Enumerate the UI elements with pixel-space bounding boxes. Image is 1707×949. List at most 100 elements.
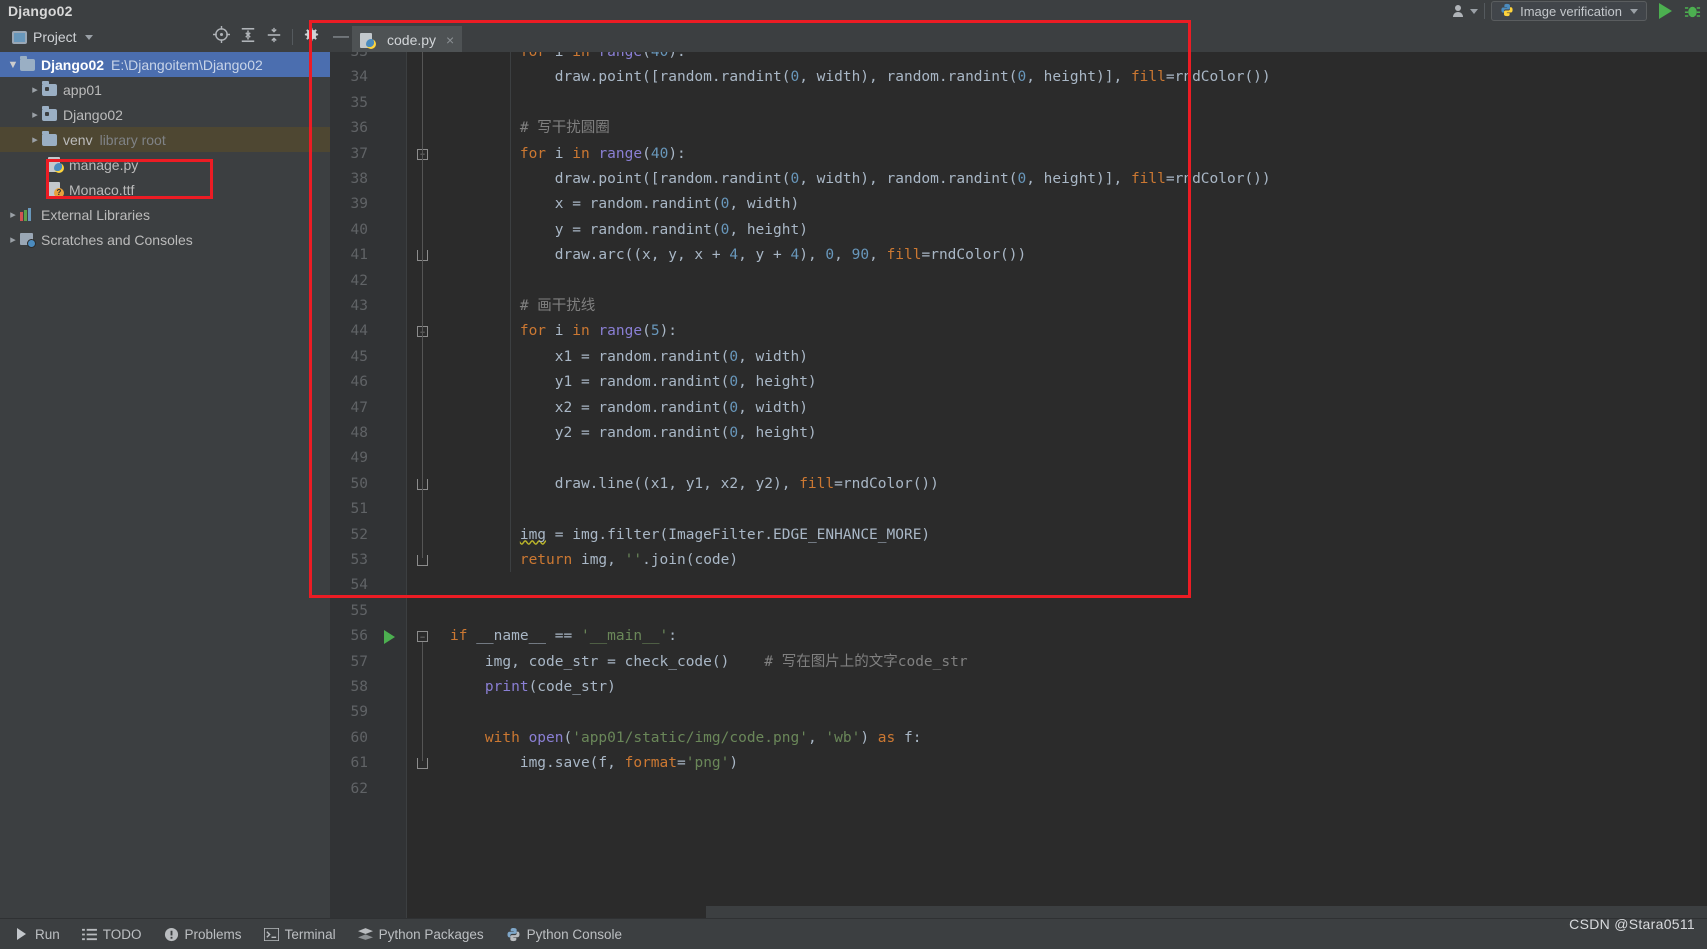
code-line[interactable] bbox=[440, 573, 450, 598]
bottom-bar-python-packages[interactable]: Python Packages bbox=[357, 927, 484, 942]
code-line[interactable]: y = random.randint(0, height) bbox=[440, 218, 808, 243]
project-panel-title-group[interactable]: Project bbox=[0, 29, 93, 45]
code-text[interactable]: for i in range(40): draw.point([random.r… bbox=[440, 52, 1707, 918]
code-line[interactable]: img, code_str = check_code() # 写在图片上的文字c… bbox=[440, 650, 968, 675]
packages-icon bbox=[357, 927, 373, 942]
tree-item-venv[interactable]: ▸ venv library root bbox=[0, 127, 330, 152]
code-line[interactable]: if __name__ == '__main__': bbox=[440, 624, 677, 649]
code-line[interactable]: y1 = random.randint(0, height) bbox=[440, 370, 817, 395]
chevron-down-icon[interactable]: ▼ bbox=[6, 59, 20, 71]
code-token: img bbox=[519, 526, 547, 543]
code-line[interactable] bbox=[440, 269, 450, 294]
code-token: , bbox=[869, 247, 887, 264]
code-line[interactable]: x = random.randint(0, width) bbox=[440, 192, 799, 217]
code-token: 4 bbox=[729, 247, 739, 264]
tree-item-django02-module[interactable]: ▸ Django02 bbox=[0, 102, 330, 127]
bottom-bar-terminal[interactable]: Terminal bbox=[263, 927, 336, 942]
hide-panel-button[interactable]: — bbox=[330, 22, 352, 52]
code-line[interactable]: draw.arc((x, y, x + 4, y + 4), 0, 90, fi… bbox=[440, 243, 1027, 268]
code-token: ) bbox=[860, 729, 878, 746]
run-configuration-selector[interactable]: Image verification bbox=[1491, 1, 1647, 21]
folder-icon bbox=[20, 55, 35, 71]
code-line[interactable] bbox=[440, 91, 450, 116]
chevron-right-icon[interactable]: ▸ bbox=[6, 208, 20, 221]
code-line[interactable] bbox=[440, 446, 450, 471]
code-line[interactable] bbox=[440, 700, 450, 725]
bottom-bar-label: Run bbox=[35, 926, 60, 942]
chevron-down-icon[interactable] bbox=[84, 34, 93, 40]
code-line[interactable]: img.save(f, format='png') bbox=[440, 751, 738, 776]
run-button[interactable] bbox=[1653, 0, 1678, 22]
code-token: with bbox=[484, 729, 520, 746]
code-line[interactable]: # 写干扰圆圈 bbox=[440, 116, 610, 141]
code-token: in bbox=[572, 52, 590, 60]
project-window-icon bbox=[12, 30, 27, 44]
code-line[interactable]: for i in range(5): bbox=[440, 319, 677, 344]
project-panel-header: Project bbox=[0, 22, 330, 52]
code-token: print bbox=[484, 679, 529, 695]
code-token: x = random.randint( bbox=[450, 196, 721, 213]
chevron-right-icon[interactable]: ▸ bbox=[28, 108, 42, 121]
bottom-bar-todo[interactable]: TODO bbox=[81, 927, 142, 942]
code-line[interactable]: for i in range(40): bbox=[440, 52, 686, 65]
code-line[interactable]: print(code_str) bbox=[440, 675, 616, 700]
tree-item-external-libraries[interactable]: ▸ External Libraries bbox=[0, 202, 330, 227]
code-token: i bbox=[546, 323, 573, 340]
line-number: 51 bbox=[350, 501, 368, 518]
code-viewport[interactable]: 33 34 35 36 37 38 39 40 41 42 43 44 45 46 47 48 49 50 51 52… bbox=[330, 52, 1707, 918]
bottom-bar-run[interactable]: Run bbox=[14, 927, 60, 942]
editor-scrollbar[interactable] bbox=[1693, 82, 1707, 918]
tree-item-manage-py[interactable]: manage.py bbox=[0, 152, 330, 177]
settings-gear-icon[interactable] bbox=[303, 26, 320, 48]
code-line[interactable]: for i in range(40): bbox=[440, 142, 686, 167]
code-token: ): bbox=[668, 145, 686, 162]
code-token: = bbox=[677, 755, 686, 772]
code-line[interactable]: return img, ''.join(code) bbox=[440, 548, 738, 573]
chevron-right-icon[interactable]: ▸ bbox=[28, 83, 42, 96]
code-line[interactable]: draw.point([random.randint(0, width), ra… bbox=[440, 65, 1271, 90]
code-token: y1 = random.randint( bbox=[450, 374, 730, 391]
code-line[interactable] bbox=[440, 599, 450, 624]
code-token: # 写在图片上的文字code_str bbox=[764, 653, 968, 670]
code-line[interactable]: x2 = random.randint(0, width) bbox=[440, 396, 808, 421]
expand-all-icon[interactable] bbox=[240, 27, 256, 48]
close-icon[interactable]: × bbox=[446, 32, 454, 48]
code-line[interactable]: y2 = random.randint(0, height) bbox=[440, 421, 817, 446]
debug-button[interactable] bbox=[1678, 0, 1707, 22]
python-file-icon bbox=[360, 32, 376, 49]
code-token: img, code_str = check_code() bbox=[450, 653, 765, 670]
fold-expand-icon[interactable]: − bbox=[417, 631, 428, 643]
user-avatar-icon[interactable] bbox=[1446, 0, 1484, 22]
editor-tab-code-py[interactable]: code.py × bbox=[352, 26, 463, 52]
code-line[interactable]: draw.point([random.randint(0, width), ra… bbox=[440, 167, 1271, 192]
code-token: draw.point([random.randint( bbox=[450, 171, 791, 187]
editor-horizontal-scrollbar[interactable] bbox=[706, 906, 1707, 918]
collapse-all-icon[interactable] bbox=[266, 27, 282, 48]
code-line[interactable] bbox=[440, 497, 450, 522]
locate-icon[interactable] bbox=[213, 26, 230, 48]
code-line[interactable]: # 画干扰线 bbox=[440, 294, 595, 319]
tree-item-scratches-and-consoles[interactable]: ▸ Scratches and Consoles bbox=[0, 227, 330, 252]
chevron-right-icon[interactable]: ▸ bbox=[6, 233, 20, 246]
tree-item-app01[interactable]: ▸ app01 bbox=[0, 77, 330, 102]
run-gutter-icon[interactable] bbox=[384, 630, 395, 645]
code-line[interactable]: draw.line((x1, y1, x2, y2), fill=rndColo… bbox=[440, 472, 939, 497]
line-number: 35 bbox=[350, 94, 368, 111]
code-line[interactable]: x1 = random.randint(0, width) bbox=[440, 345, 808, 370]
code-line[interactable]: with open('app01/static/img/code.png', '… bbox=[440, 726, 922, 751]
line-number: 56 bbox=[350, 628, 368, 645]
code-token: ): bbox=[668, 52, 686, 60]
project-tree[interactable]: ▼ Django02 E:\Djangoitem\Django02 ▸ app0… bbox=[0, 52, 330, 918]
tree-item-detail: library root bbox=[99, 131, 166, 148]
chevron-right-icon[interactable]: ▸ bbox=[28, 133, 42, 146]
tree-item-django02-root[interactable]: ▼ Django02 E:\Djangoitem\Django02 bbox=[0, 52, 330, 77]
bottom-bar-python-console[interactable]: Python Console bbox=[506, 927, 622, 942]
bottom-bar-problems[interactable]: Problems bbox=[164, 927, 242, 942]
tree-item-monaco-ttf[interactable]: ? Monaco.ttf bbox=[0, 177, 330, 202]
code-line[interactable] bbox=[440, 777, 450, 802]
code-folding-gutter[interactable]: −−− bbox=[406, 52, 440, 918]
code-line[interactable]: img = img.filter(ImageFilter.EDGE_ENHANC… bbox=[440, 523, 930, 548]
pycharm-window: Django02 Image verification Project ▼ Dj… bbox=[0, 0, 1707, 949]
code-token: '' bbox=[624, 552, 643, 568]
run-marker-gutter[interactable] bbox=[376, 52, 406, 918]
